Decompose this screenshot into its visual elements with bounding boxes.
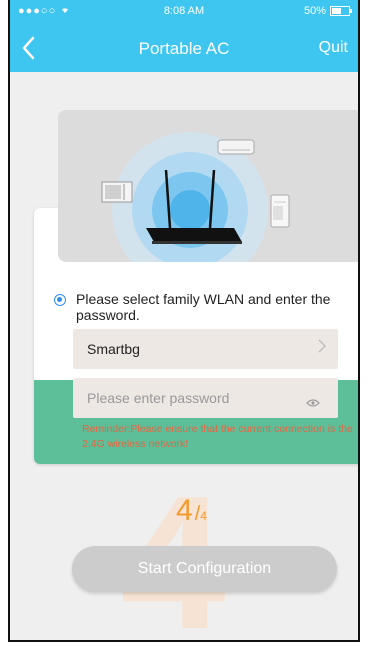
network-reminder: Reminder:Please ensure that the current … (82, 423, 353, 450)
quit-button[interactable]: Quit (319, 39, 348, 57)
step-indicator: 4/4 (176, 494, 207, 528)
illustration-panel (58, 110, 358, 262)
page-title: Portable AC (138, 39, 230, 58)
portable-ac-icon (270, 194, 290, 228)
step-total: 4 (200, 509, 207, 523)
step-current: 4 (176, 494, 193, 527)
radio-selected-icon[interactable] (54, 294, 66, 306)
battery-indicator: 50% (303, 5, 352, 17)
network-illustration (101, 132, 290, 262)
chevron-right-icon (318, 339, 326, 358)
nav-bar: Portable AC Quit (10, 24, 358, 72)
battery-icon (330, 6, 352, 16)
phone-frame: ●●●○○ 8:08 AM 50% Portable AC Quit 4 Ple… (8, 0, 360, 642)
wall-ac-icon (217, 139, 255, 155)
status-bar: ●●●○○ 8:08 AM 50% (10, 0, 358, 24)
start-configuration-button[interactable]: Start Configuration (72, 546, 337, 592)
password-field (73, 378, 338, 418)
password-input[interactable] (73, 378, 293, 418)
eye-icon[interactable] (306, 394, 320, 407)
wlan-instruction: Please select family WLAN and enter the … (76, 291, 331, 323)
window-ac-icon (101, 181, 133, 203)
battery-percent: 50% (303, 5, 326, 17)
wlan-value: Smartbg (87, 341, 140, 357)
wlan-select[interactable]: Smartbg (73, 329, 338, 369)
